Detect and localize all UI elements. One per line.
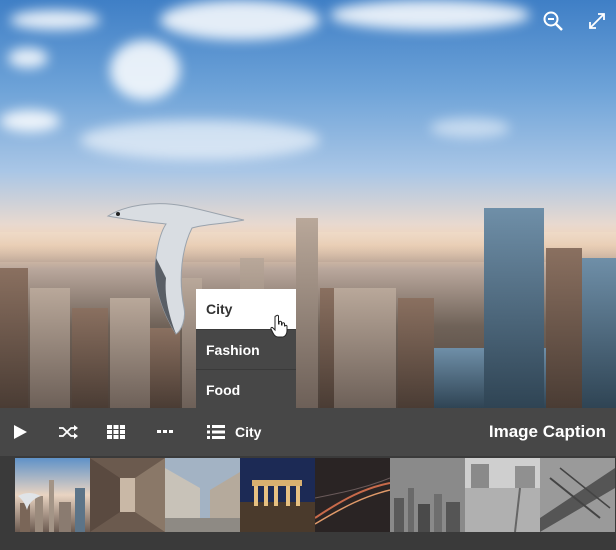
thumbnail-city-skyline-bird[interactable] (15, 458, 90, 532)
thumbnail-brandenburg-gate-night[interactable] (240, 458, 315, 532)
cloud (110, 40, 180, 100)
play-button[interactable] (12, 408, 28, 456)
zoom-out-icon[interactable] (542, 10, 564, 32)
shuffle-button[interactable] (58, 408, 78, 456)
grid-view-button[interactable] (107, 408, 125, 456)
fullscreen-icon[interactable] (586, 10, 608, 32)
thumbnail-architecture-corridor[interactable] (90, 458, 165, 532)
cloud (10, 10, 100, 30)
cloud (8, 48, 48, 68)
thumbnail-tunnel-lights[interactable] (315, 458, 390, 532)
gallery-toolbar: City Image Caption (0, 408, 616, 456)
gallery-viewer: City Fashion Food City Image Caption (0, 0, 616, 550)
play-icon (14, 425, 27, 439)
cloud (80, 120, 320, 160)
main-image[interactable] (0, 0, 616, 408)
grid-icon (107, 425, 125, 439)
image-caption: Image Caption (488, 422, 606, 441)
category-select-button[interactable]: City (207, 408, 261, 456)
cloud (330, 0, 530, 30)
list-icon (207, 425, 225, 439)
thumbnail-skyline-monochrome[interactable] (390, 458, 465, 532)
city-skyline (0, 208, 616, 408)
cloud (160, 0, 320, 40)
thumbnail-street-plaza[interactable] (165, 458, 240, 532)
more-button[interactable] (157, 408, 173, 456)
cloud (0, 110, 60, 132)
current-category-label: City (235, 424, 262, 440)
hand-cursor-icon (270, 314, 288, 338)
shuffle-icon (59, 425, 78, 439)
thumbnail-strip (0, 456, 616, 550)
more-icon (157, 430, 173, 433)
thumbnail-list (15, 458, 616, 532)
cloud (430, 118, 510, 138)
thumbnail-bridge-monochrome[interactable] (540, 458, 615, 532)
category-item-food[interactable]: Food (196, 369, 296, 409)
category-menu: City Fashion Food (196, 289, 296, 409)
thumbnail-plaza-monochrome[interactable] (465, 458, 540, 532)
